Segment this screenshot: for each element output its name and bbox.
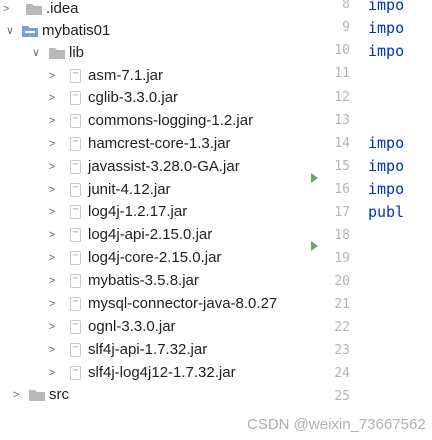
code-line: impo: [368, 134, 405, 152]
line-number: 8: [342, 0, 350, 12]
chevron-right-icon[interactable]: >: [46, 316, 58, 338]
line-number: 13: [334, 113, 350, 128]
jar-icon: [70, 114, 81, 128]
tree-item-label: cglib-3.3.0.jar: [88, 89, 179, 106]
chevron-right-icon[interactable]: >: [46, 156, 58, 178]
tree-item-label: asm-7.1.jar: [88, 67, 164, 84]
run-test-icon[interactable]: [307, 239, 321, 253]
jar-icon: [70, 343, 81, 357]
chevron-right-icon[interactable]: >: [46, 87, 58, 109]
code-line: impo: [368, 157, 405, 175]
chevron-right-icon[interactable]: >: [46, 201, 58, 223]
module-folder-icon: [22, 26, 38, 37]
tree-item-jar[interactable]: > ognl-3.3.0.jar: [0, 316, 300, 338]
jar-icon: [70, 297, 81, 311]
tree-item-label: slf4j-log4j12-1.7.32.jar: [88, 364, 236, 381]
jar-icon: [70, 160, 81, 174]
jar-icon: [70, 205, 81, 219]
chevron-right-icon[interactable]: >: [46, 293, 58, 315]
tree-item-idea[interactable]: > .idea: [0, 0, 300, 20]
tree-item-jar[interactable]: > javassist-3.28.0-GA.jar: [0, 156, 300, 178]
tree-item-jar[interactable]: > mysql-connector-java-8.0.27: [0, 293, 300, 315]
jar-icon: [70, 137, 81, 151]
chevron-down-icon[interactable]: ∨: [4, 20, 16, 42]
tree-item-jar[interactable]: > cglib-3.3.0.jar: [0, 87, 300, 109]
tree-item-label: mybatis01: [42, 22, 111, 39]
tree-item-label: hamcrest-core-1.3.jar: [88, 135, 231, 152]
jar-icon: [70, 320, 81, 334]
line-number: 23: [334, 343, 350, 358]
tree-item-label: .idea: [46, 0, 79, 17]
watermark: CSDN @weixin_73667562: [247, 416, 426, 433]
tree-item-label: mysql-connector-java-8.0.27: [88, 295, 278, 312]
tree-item-label: log4j-core-2.15.0.jar: [88, 249, 222, 266]
folder-icon: [29, 390, 45, 401]
line-number: 17: [334, 205, 350, 220]
chevron-right-icon[interactable]: >: [46, 339, 58, 361]
tree-item-jar[interactable]: > junit-4.12.jar: [0, 179, 300, 201]
tree-item-src[interactable]: > src: [0, 384, 300, 406]
run-test-icon[interactable]: [307, 171, 321, 185]
jar-icon: [70, 91, 81, 105]
code-line: impo: [368, 0, 405, 14]
tree-item-jar[interactable]: > log4j-api-2.15.0.jar: [0, 224, 300, 246]
line-number: 14: [334, 136, 350, 151]
line-number: 20: [334, 274, 350, 289]
tree-item-lib[interactable]: ∨ lib: [0, 42, 300, 64]
chevron-right-icon[interactable]: >: [10, 384, 22, 406]
tree-item-label: javassist-3.28.0-GA.jar: [88, 158, 240, 175]
tree-item-jar[interactable]: > slf4j-log4j12-1.7.32.jar: [0, 362, 300, 384]
jar-icon: [70, 366, 81, 380]
chevron-right-icon[interactable]: >: [46, 110, 58, 132]
tree-item-jar[interactable]: > mybatis-3.5.8.jar: [0, 270, 300, 292]
chevron-right-icon[interactable]: >: [46, 362, 58, 384]
tree-item-label: log4j-api-2.15.0.jar: [88, 226, 213, 243]
folder-icon: [49, 48, 65, 59]
tree-item-label: mybatis-3.5.8.jar: [88, 272, 199, 289]
chevron-right-icon[interactable]: >: [46, 179, 58, 201]
jar-icon: [70, 228, 81, 242]
line-number: 12: [334, 90, 350, 105]
jar-icon: [70, 69, 81, 83]
tree-item-jar[interactable]: > hamcrest-core-1.3.jar: [0, 133, 300, 155]
chevron-right-icon[interactable]: >: [46, 133, 58, 155]
tree-item-jar[interactable]: > log4j-core-2.15.0.jar: [0, 247, 300, 269]
code-line: impo: [368, 180, 405, 198]
chevron-right-icon[interactable]: >: [46, 270, 58, 292]
tree-item-module[interactable]: ∨ mybatis01: [0, 20, 300, 42]
chevron-right-icon[interactable]: >: [46, 247, 58, 269]
tree-item-label: slf4j-api-1.7.32.jar: [88, 341, 208, 358]
line-number: 11: [334, 66, 350, 81]
tree-item-label: commons-logging-1.2.jar: [88, 112, 254, 129]
line-number: 25: [334, 389, 350, 404]
line-number: 21: [334, 297, 350, 312]
chevron-down-icon[interactable]: ∨: [30, 42, 42, 64]
line-number: 22: [334, 320, 350, 335]
chevron-right-icon[interactable]: >: [0, 0, 12, 20]
tree-item-jar[interactable]: > log4j-1.2.17.jar: [0, 201, 300, 223]
tree-item-jar[interactable]: > slf4j-api-1.7.32.jar: [0, 339, 300, 361]
tree-item-jar[interactable]: > commons-logging-1.2.jar: [0, 110, 300, 132]
tree-item-label: src: [49, 386, 69, 403]
code-line: publ: [368, 203, 405, 221]
chevron-right-icon[interactable]: >: [46, 224, 58, 246]
code-line: impo: [368, 42, 405, 60]
tree-item-label: lib: [69, 44, 85, 61]
jar-icon: [70, 183, 81, 197]
editor-gutter: 8 9 10 11 12 13 14 15 16 17 18 19 20 21 …: [300, 0, 350, 440]
folder-icon: [26, 4, 42, 15]
line-number: 9: [342, 20, 350, 35]
jar-icon: [70, 251, 81, 265]
tree-item-jar[interactable]: > asm-7.1.jar: [0, 65, 300, 87]
code-line: impo: [368, 19, 405, 37]
jar-icon: [70, 274, 81, 288]
chevron-right-icon[interactable]: >: [46, 65, 58, 87]
line-number: 24: [334, 366, 350, 381]
tree-item-label: ognl-3.3.0.jar: [88, 318, 176, 335]
line-number: 10: [334, 43, 350, 58]
tree-item-label: log4j-1.2.17.jar: [88, 203, 188, 220]
tree-item-label: junit-4.12.jar: [88, 181, 171, 198]
